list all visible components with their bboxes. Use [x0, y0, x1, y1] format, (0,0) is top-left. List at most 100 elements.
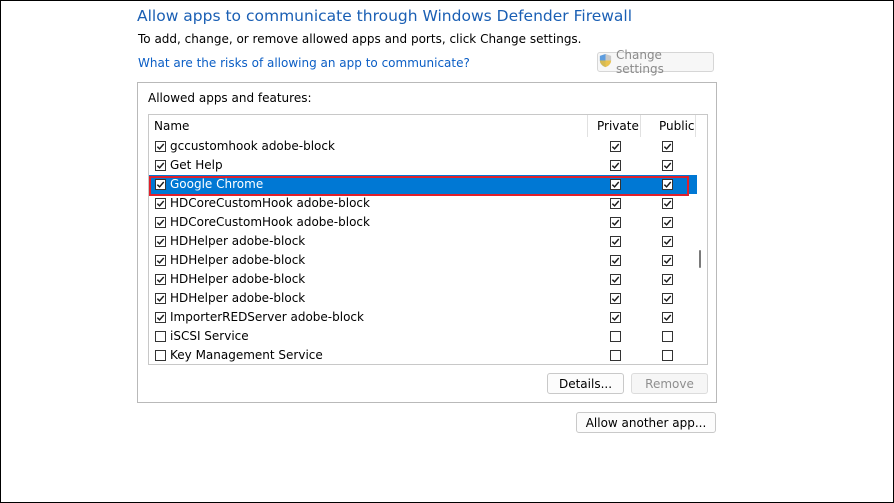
- checkmark-icon: [663, 237, 672, 246]
- public-checkbox[interactable]: [662, 274, 673, 285]
- column-divider[interactable]: [640, 115, 641, 137]
- checkmark-icon: [663, 275, 672, 284]
- app-enabled-checkbox[interactable]: [155, 255, 166, 266]
- app-enabled-checkbox[interactable]: [155, 217, 166, 228]
- app-row[interactable]: Get Help: [149, 156, 697, 175]
- app-row[interactable]: Google Chrome: [149, 175, 697, 194]
- checkmark-icon: [611, 294, 620, 303]
- page-subtitle: To add, change, or remove allowed apps a…: [138, 32, 582, 46]
- column-divider[interactable]: [587, 115, 588, 137]
- checkmark-icon: [611, 313, 620, 322]
- app-row[interactable]: HDCoreCustomHook adobe-block: [149, 213, 697, 232]
- checkmark-icon: [663, 180, 672, 189]
- app-row[interactable]: iSCSI Service: [149, 327, 697, 346]
- app-enabled-checkbox[interactable]: [155, 293, 166, 304]
- checkmark-icon: [156, 161, 165, 170]
- checkmark-icon: [663, 199, 672, 208]
- app-enabled-checkbox[interactable]: [155, 331, 166, 342]
- column-divider[interactable]: [695, 115, 696, 137]
- public-checkbox[interactable]: [662, 198, 673, 209]
- private-checkbox[interactable]: [610, 217, 621, 228]
- public-checkbox[interactable]: [662, 160, 673, 171]
- app-name: ImporterREDServer adobe-block: [170, 310, 364, 324]
- app-enabled-checkbox[interactable]: [155, 141, 166, 152]
- private-checkbox[interactable]: [610, 236, 621, 247]
- app-name: Get Help: [170, 158, 223, 172]
- private-checkbox[interactable]: [610, 141, 621, 152]
- app-enabled-checkbox[interactable]: [155, 160, 166, 171]
- private-checkbox[interactable]: [610, 350, 621, 361]
- column-header-name[interactable]: Name: [154, 119, 189, 133]
- app-row[interactable]: ImporterREDServer adobe-block: [149, 308, 697, 327]
- allowed-apps-list[interactable]: Name Private Public gccustomhook adobe-b…: [148, 114, 708, 365]
- checkmark-icon: [611, 142, 620, 151]
- private-checkbox[interactable]: [610, 255, 621, 266]
- app-row[interactable]: gccustomhook adobe-block: [149, 137, 697, 156]
- checkmark-icon: [156, 294, 165, 303]
- public-checkbox[interactable]: [662, 293, 673, 304]
- app-row[interactable]: Key Management Service: [149, 346, 697, 364]
- column-header-private[interactable]: Private: [597, 119, 639, 133]
- app-name: HDHelper adobe-block: [170, 291, 306, 305]
- checkmark-icon: [611, 237, 620, 246]
- public-checkbox[interactable]: [662, 236, 673, 247]
- checkmark-icon: [663, 218, 672, 227]
- details-button[interactable]: Details...: [547, 373, 624, 394]
- allowed-apps-group: Allowed apps and features: Name Private …: [137, 82, 717, 403]
- checkmark-icon: [156, 256, 165, 265]
- checkmark-icon: [156, 142, 165, 151]
- public-checkbox[interactable]: [662, 179, 673, 190]
- app-row[interactable]: HDHelper adobe-block: [149, 251, 697, 270]
- public-checkbox[interactable]: [662, 312, 673, 323]
- app-enabled-checkbox[interactable]: [155, 198, 166, 209]
- risks-link[interactable]: What are the risks of allowing an app to…: [138, 56, 470, 70]
- public-checkbox[interactable]: [662, 350, 673, 361]
- app-enabled-checkbox[interactable]: [155, 179, 166, 190]
- checkmark-icon: [611, 199, 620, 208]
- app-name: Key Management Service: [170, 348, 323, 362]
- uac-shield-icon: [598, 53, 613, 71]
- app-row[interactable]: HDHelper adobe-block: [149, 232, 697, 251]
- change-settings-button[interactable]: Change settings: [597, 48, 714, 76]
- checkmark-icon: [156, 313, 165, 322]
- checkmark-icon: [663, 161, 672, 170]
- checkmark-icon: [611, 218, 620, 227]
- private-checkbox[interactable]: [610, 160, 621, 171]
- app-enabled-checkbox[interactable]: [155, 350, 166, 361]
- private-checkbox[interactable]: [610, 179, 621, 190]
- app-row[interactable]: HDHelper adobe-block: [149, 289, 697, 308]
- public-checkbox[interactable]: [662, 331, 673, 342]
- private-checkbox[interactable]: [610, 293, 621, 304]
- app-enabled-checkbox[interactable]: [155, 236, 166, 247]
- public-checkbox[interactable]: [662, 141, 673, 152]
- app-name: Google Chrome: [170, 177, 264, 191]
- page-title: Allow apps to communicate through Window…: [137, 7, 633, 25]
- private-checkbox[interactable]: [610, 312, 621, 323]
- scrollbar-thumb[interactable]: [699, 250, 701, 268]
- public-checkbox[interactable]: [662, 217, 673, 228]
- public-checkbox[interactable]: [662, 255, 673, 266]
- checkmark-icon: [663, 294, 672, 303]
- private-checkbox[interactable]: [610, 274, 621, 285]
- app-name: HDHelper adobe-block: [170, 253, 306, 267]
- column-header-public[interactable]: Public: [659, 119, 695, 133]
- checkmark-icon: [611, 180, 620, 189]
- checkmark-icon: [611, 275, 620, 284]
- firewall-window: Allow apps to communicate through Window…: [0, 0, 894, 503]
- app-name: HDCoreCustomHook adobe-block: [170, 196, 370, 210]
- allow-another-app-button[interactable]: Allow another app...: [576, 412, 716, 433]
- change-settings-label: Change settings: [616, 48, 664, 76]
- app-row[interactable]: HDHelper adobe-block: [149, 270, 697, 289]
- app-row[interactable]: HDCoreCustomHook adobe-block: [149, 194, 697, 213]
- checkmark-icon: [156, 199, 165, 208]
- app-enabled-checkbox[interactable]: [155, 274, 166, 285]
- allowed-apps-label: Allowed apps and features:: [148, 91, 312, 105]
- checkmark-icon: [663, 313, 672, 322]
- app-name: gccustomhook adobe-block: [170, 139, 335, 153]
- app-enabled-checkbox[interactable]: [155, 312, 166, 323]
- private-checkbox[interactable]: [610, 331, 621, 342]
- checkmark-icon: [156, 218, 165, 227]
- remove-button[interactable]: Remove: [631, 373, 708, 394]
- private-checkbox[interactable]: [610, 198, 621, 209]
- checkmark-icon: [663, 256, 672, 265]
